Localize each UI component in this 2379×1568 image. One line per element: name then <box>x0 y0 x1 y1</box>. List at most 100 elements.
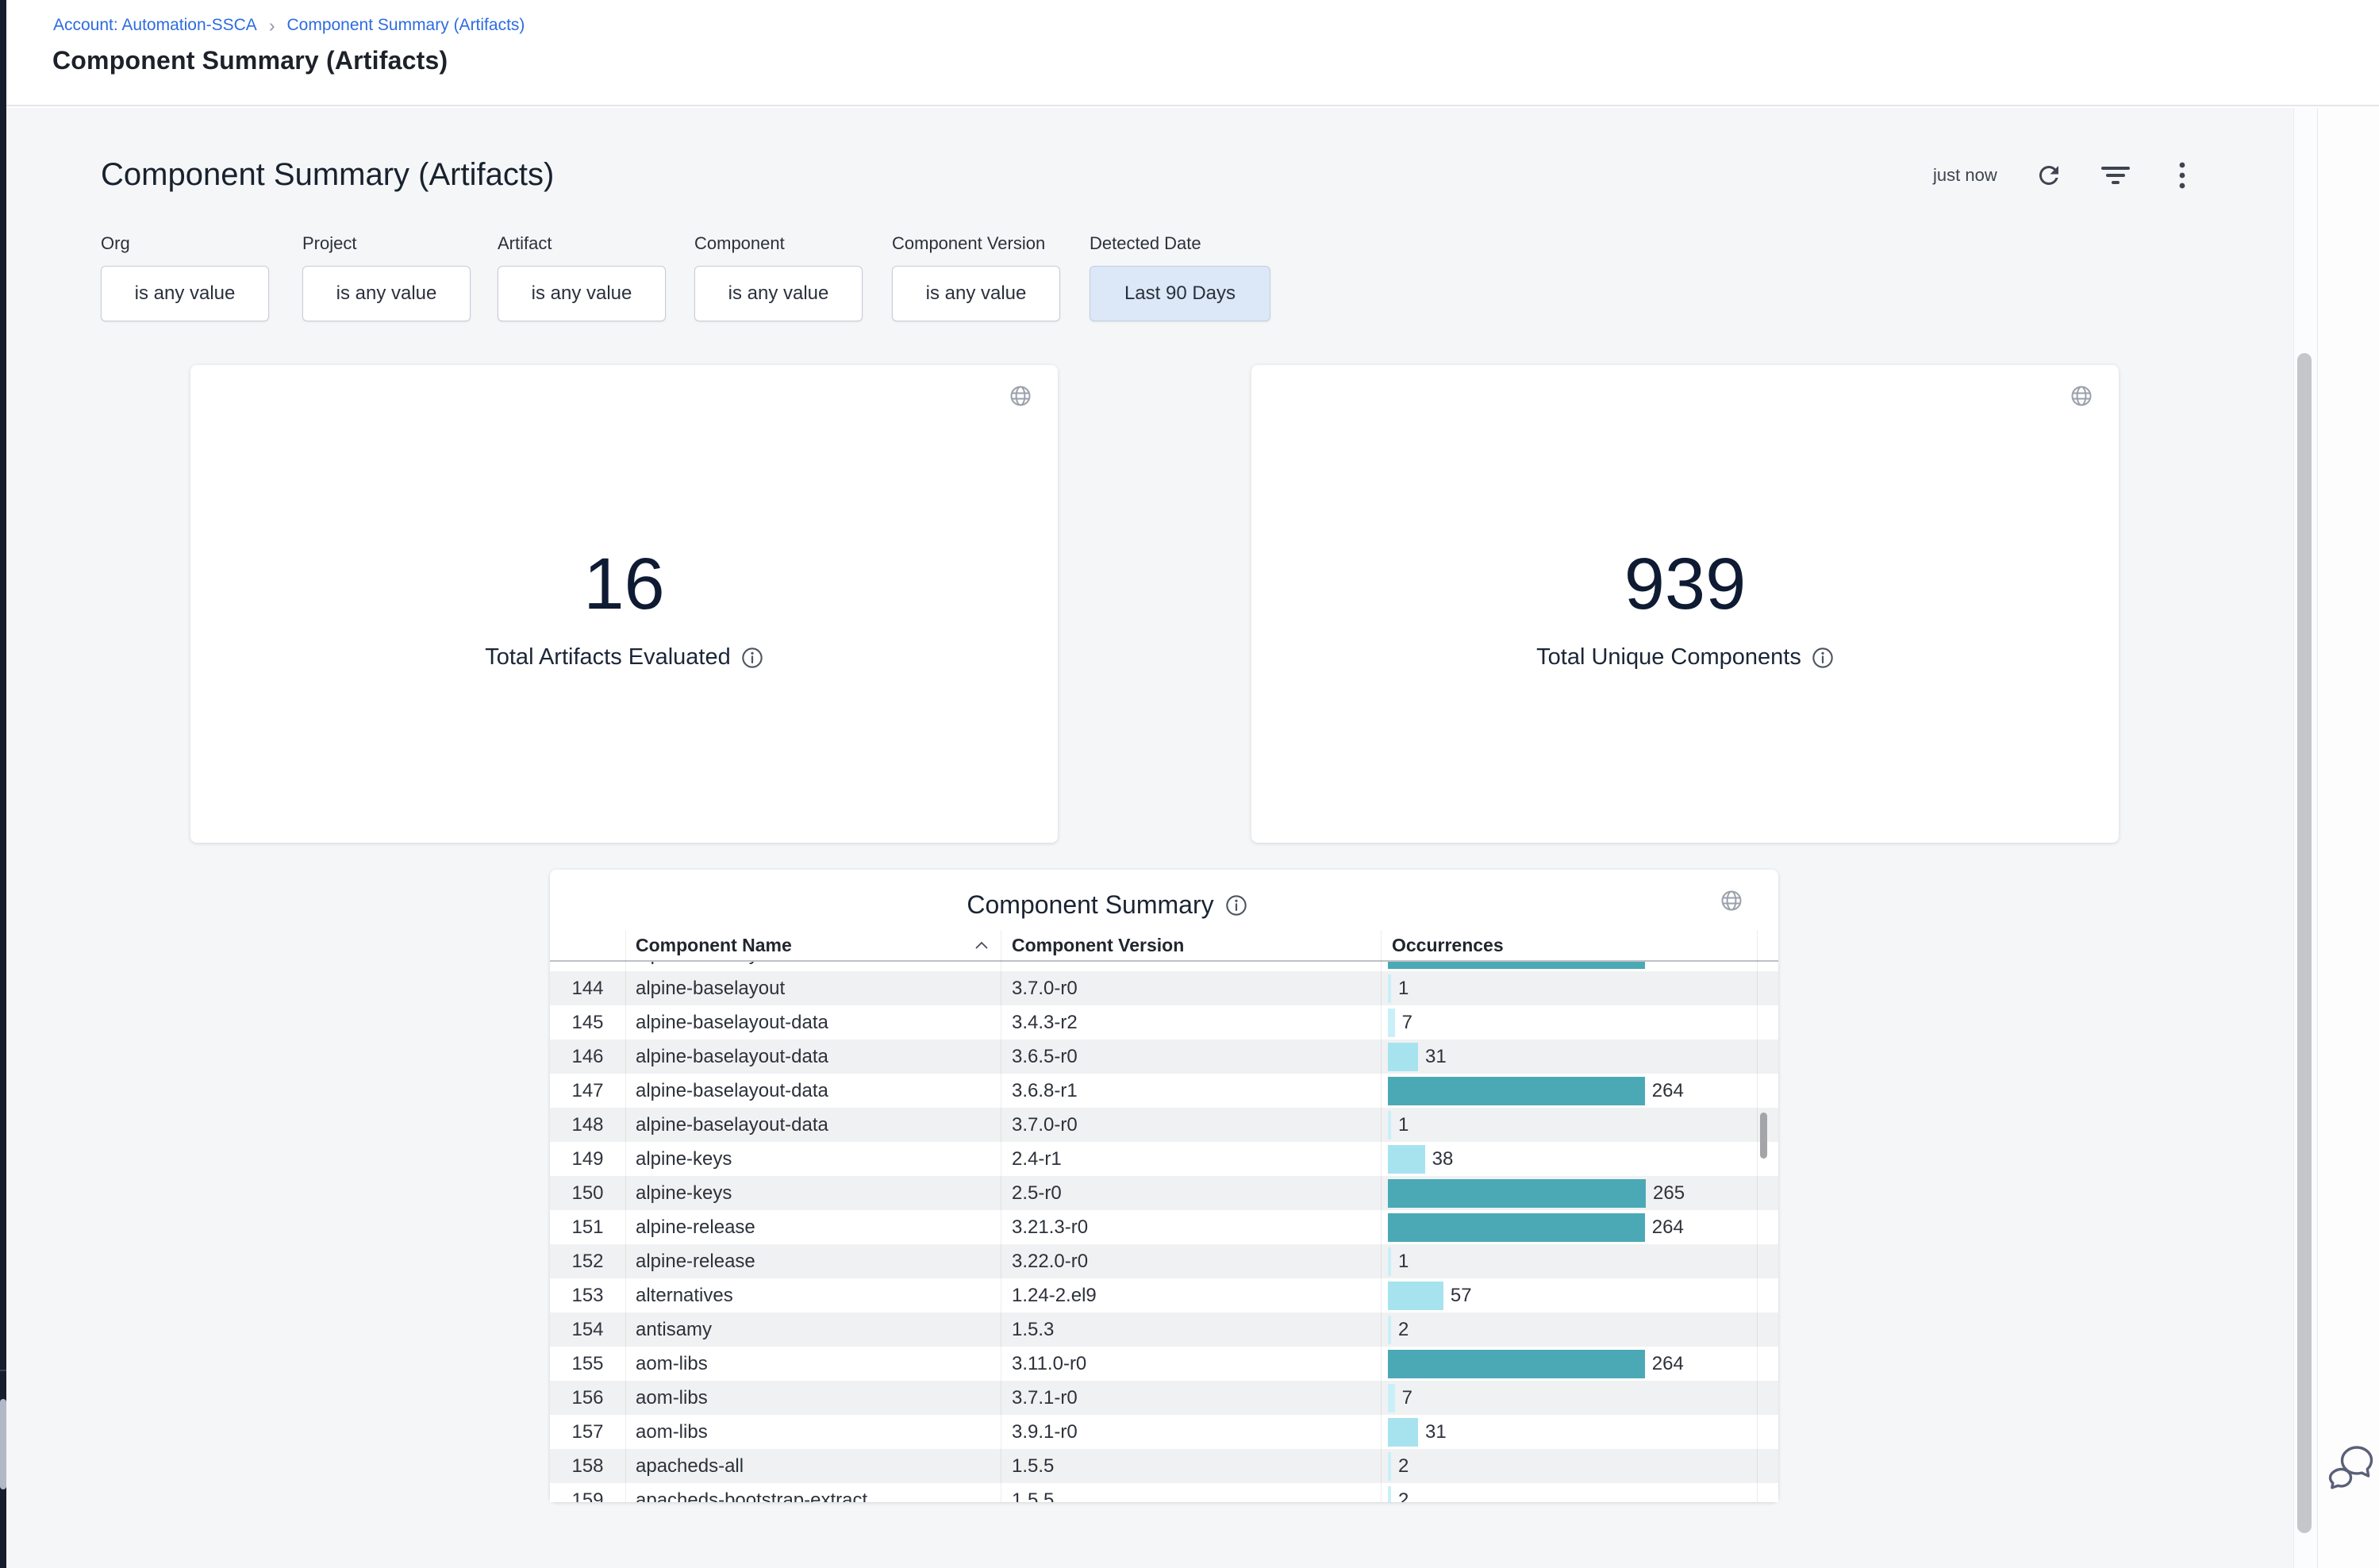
row-index-cell: 151 <box>550 1216 625 1239</box>
dashboard-more-menu-button[interactable] <box>2167 160 2197 190</box>
info-icon[interactable] <box>1225 894 1247 917</box>
row-index-cell: 148 <box>550 1114 625 1136</box>
component-version-cell: 3.7.1-r0 <box>1001 1387 1381 1409</box>
occurrence-value: 265 <box>1653 1182 1685 1205</box>
filter-value-button-component[interactable]: is any value <box>694 266 863 321</box>
occurrence-bar <box>1388 1418 1418 1447</box>
filter-label: Artifact <box>498 233 666 254</box>
component-name-cell: alpine-baselayout-data <box>625 1080 1001 1102</box>
last-refreshed-label: just now <box>1933 165 1997 186</box>
occurrences-cell: 7 <box>1381 1005 1778 1040</box>
breadcrumb-current-link[interactable]: Component Summary (Artifacts) <box>286 16 525 35</box>
filter-group-component: Component is any value <box>694 233 863 321</box>
left-nav-divider <box>0 1370 6 1371</box>
component-name-cell: aom-libs <box>625 1421 1001 1443</box>
occurrence-bar <box>1388 1282 1443 1310</box>
info-icon[interactable] <box>741 647 763 669</box>
filter-group-org: Org is any value <box>101 233 269 321</box>
column-header-component-version[interactable]: Component Version <box>1001 930 1381 960</box>
component-name-cell: alpine-baselayout <box>625 978 1001 1000</box>
table-scrollbar-thumb[interactable] <box>1760 1113 1767 1159</box>
table-row: 154antisamy1.5.32 <box>550 1312 1778 1347</box>
table-row: 145alpine-baselayout-data3.4.3-r27 <box>550 1005 1778 1040</box>
filter-value-button-org[interactable]: is any value <box>101 266 269 321</box>
sort-asc-icon <box>974 940 990 950</box>
stat-card-total-artifacts: 16 Total Artifacts Evaluated <box>190 365 1058 843</box>
table-row: 144alpine-baselayout3.7.0-r0 1 <box>550 971 1778 1005</box>
dashboard-title: Component Summary (Artifacts) <box>101 156 554 194</box>
column-header-component-name[interactable]: Component Name <box>625 930 1001 960</box>
component-version-cell: 2.4-r1 <box>1001 1148 1381 1170</box>
row-index-cell: 158 <box>550 1455 625 1478</box>
filter-value-button-detected-date[interactable]: Last 90 Days <box>1090 266 1270 321</box>
left-nav-strip <box>0 0 6 1568</box>
occurrence-value: 38 <box>1432 1148 1454 1170</box>
component-name-cell: aom-libs <box>625 1387 1001 1409</box>
occurrence-value: 57 <box>1451 1285 1472 1307</box>
occurrence-bar <box>1388 1009 1395 1037</box>
component-name-cell: alpine-release <box>625 1216 1001 1239</box>
row-index-cell: 144 <box>550 978 625 1000</box>
refresh-button[interactable] <box>2034 160 2064 190</box>
occurrence-value: 2 <box>1398 1319 1409 1341</box>
occurrences-cell: 1 <box>1381 1244 1778 1278</box>
occurrence-value: 2 <box>1398 1489 1409 1503</box>
filter-icon <box>2100 162 2131 189</box>
component-version-cell: 3.7.0-r0 <box>1001 1114 1381 1136</box>
table-row: 153alternatives1.24-2.el957 <box>550 1278 1778 1312</box>
top-bar: Account: Automation-SSCA › Component Sum… <box>6 0 2379 106</box>
component-version-cell: 3.6.8-r1 <box>1001 1080 1381 1102</box>
occurrences-cell: 264 <box>1381 1347 1778 1381</box>
breadcrumb-separator-icon: › <box>269 17 275 34</box>
occurrences-cell: 57 <box>1381 1278 1778 1312</box>
dashboard-actions: just now <box>1933 157 2197 194</box>
chat-support-icon[interactable] <box>2328 1443 2374 1492</box>
left-nav-scrollbar-thumb[interactable] <box>0 1399 6 1489</box>
row-index-cell: 146 <box>550 1046 625 1068</box>
table-row: 151alpine-release3.21.3-r0264 <box>550 1210 1778 1244</box>
occurrence-value: 1 <box>1398 1251 1409 1273</box>
row-index-cell: 155 <box>550 1353 625 1375</box>
component-version-cell: 3.6.8-r1 <box>1001 962 1381 966</box>
table-row: 152alpine-release3.22.0-r01 <box>550 1244 1778 1278</box>
filter-value-button-project[interactable]: is any value <box>302 266 471 321</box>
kebab-menu-icon <box>2179 161 2185 190</box>
breadcrumb: Account: Automation-SSCA › Component Sum… <box>53 16 525 35</box>
occurrence-bar <box>1388 1043 1418 1071</box>
component-version-cell: 3.21.3-r0 <box>1001 1216 1381 1239</box>
occurrence-bar <box>1388 1145 1425 1174</box>
occurrence-bar <box>1388 1179 1646 1208</box>
main-scrollbar-thumb[interactable] <box>2297 353 2312 1533</box>
info-icon[interactable] <box>1812 647 1834 669</box>
table-header: Component Name Component Version Occurre… <box>550 930 1778 960</box>
app-window: Account: Automation-SSCA › Component Sum… <box>0 0 2379 1568</box>
dashboard-filters-button[interactable] <box>2100 160 2131 190</box>
component-version-cell: 1.5.3 <box>1001 1319 1381 1341</box>
row-index-cell: 157 <box>550 1421 625 1443</box>
occurrences-cell: 264 <box>1381 1074 1778 1108</box>
breadcrumb-account-link[interactable]: Account: Automation-SSCA <box>53 16 257 35</box>
component-name-cell: apacheds-all <box>625 1455 1001 1478</box>
filter-value-button-component-version[interactable]: is any value <box>892 266 1060 321</box>
occurrence-bar <box>1388 1077 1645 1105</box>
occurrences-cell: 31 <box>1381 1040 1778 1074</box>
component-version-cell: 1.24-2.el9 <box>1001 1285 1381 1307</box>
column-header-occurrences[interactable]: Occurrences <box>1381 930 1757 960</box>
component-version-cell: 3.9.1-r0 <box>1001 1421 1381 1443</box>
occurrence-value: 1 <box>1398 978 1409 1000</box>
table-row: 148alpine-baselayout-data3.7.0-r01 <box>550 1108 1778 1142</box>
occurrences-cell: 2 <box>1381 1449 1778 1483</box>
occurrences-cell: 7 <box>1381 1381 1778 1415</box>
component-name-cell: alpine-baselayout-data <box>625 1114 1001 1136</box>
occurrence-value: 31 <box>1425 1421 1447 1443</box>
component-name-cell: alternatives <box>625 1285 1001 1307</box>
component-name-cell: antisamy <box>625 1319 1001 1341</box>
component-version-cell: 3.7.0-r0 <box>1001 978 1381 1000</box>
occurrence-bar <box>1388 1384 1395 1412</box>
row-index-cell: 156 <box>550 1387 625 1409</box>
row-index-cell: 147 <box>550 1080 625 1102</box>
filter-value-button-artifact[interactable]: is any value <box>498 266 666 321</box>
kpi-label: Total Artifacts Evaluated <box>485 644 731 671</box>
component-version-cell: 1.5.5 <box>1001 1455 1381 1478</box>
table-row: 155aom-libs3.11.0-r0264 <box>550 1347 1778 1381</box>
